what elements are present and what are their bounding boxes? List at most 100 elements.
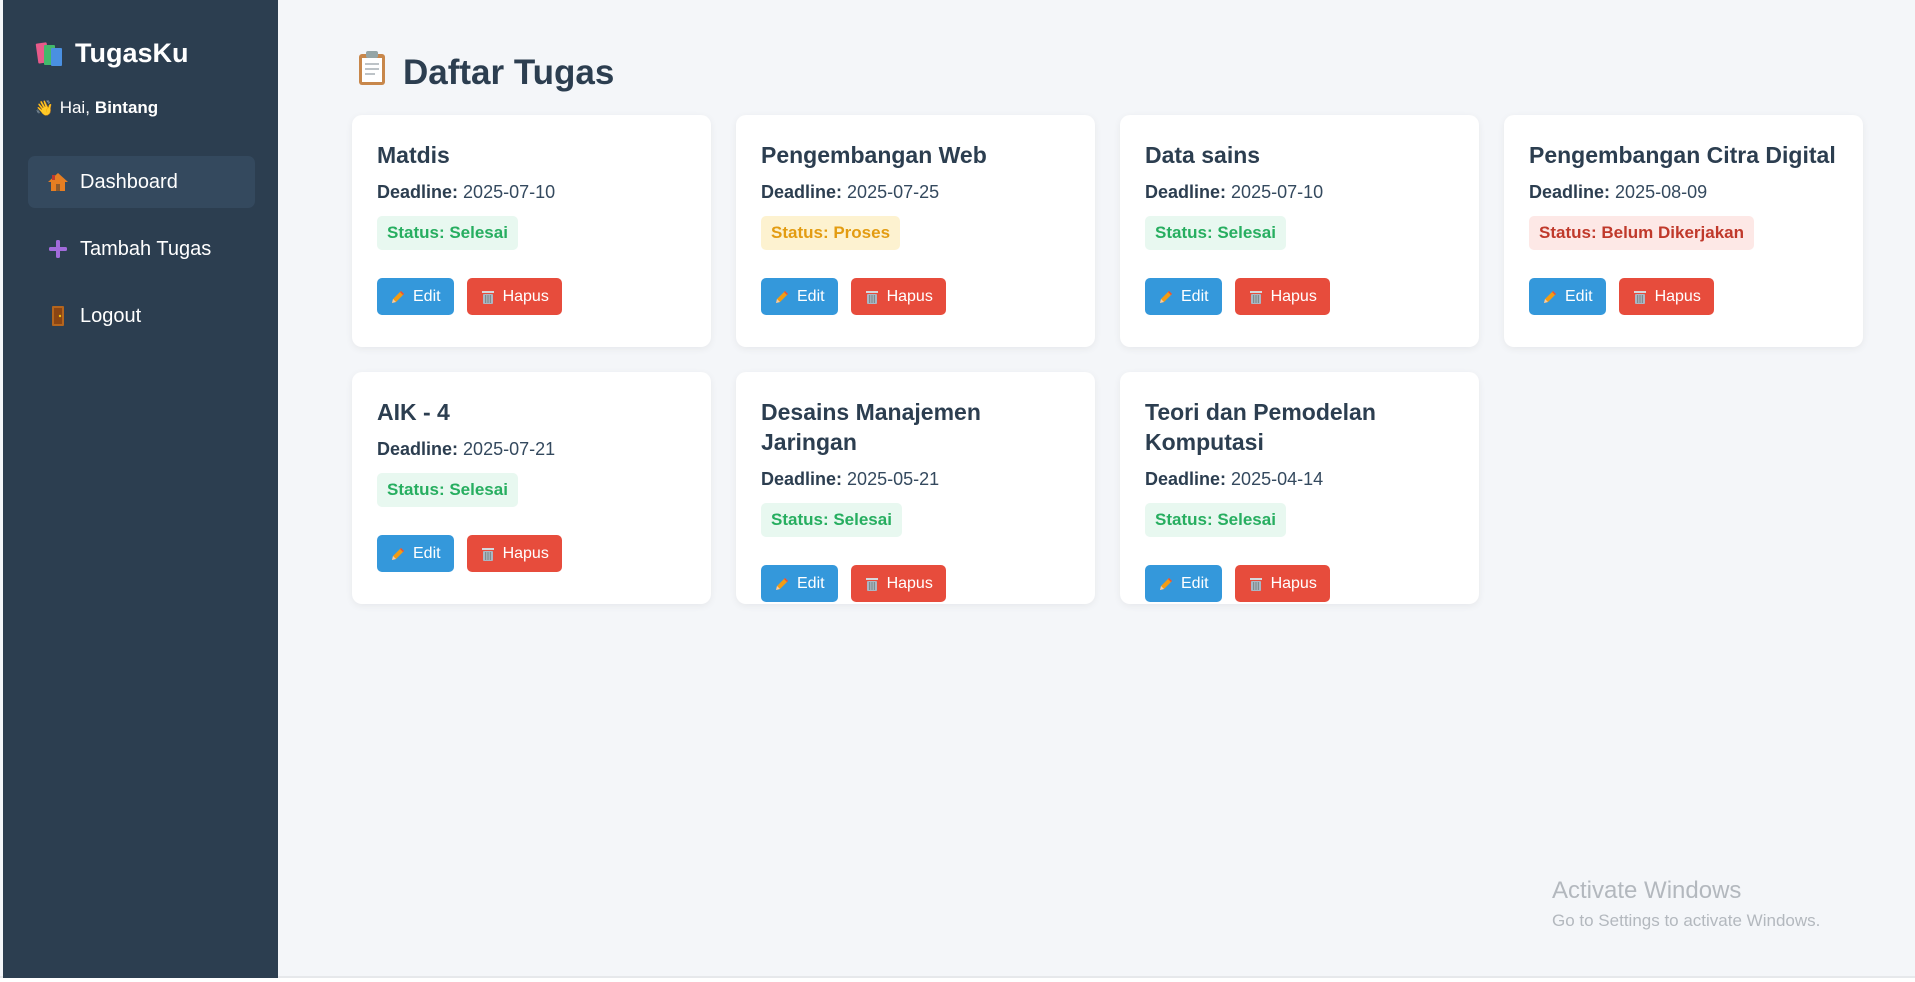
deadline-label: Deadline: [761, 182, 843, 202]
task-card: Desains Manajemen Jaringan Deadline: 202… [736, 372, 1095, 604]
task-card: Pengembangan Web Deadline: 2025-07-25 St… [736, 115, 1095, 347]
edit-button[interactable]: Edit [1529, 278, 1606, 315]
pencil-icon [1158, 576, 1174, 592]
deadline-label: Deadline: [761, 469, 843, 489]
task-card: Data sains Deadline: 2025-07-10 Status: … [1120, 115, 1479, 347]
house-icon [46, 170, 70, 194]
sidebar-item-label: Tambah Tugas [80, 237, 212, 260]
greeting-prefix: Hai, [59, 98, 90, 117]
app-window: TugasKu 👋 Hai, Bintang Dashboard Tambah … [0, 0, 1915, 978]
pencil-icon [774, 576, 790, 592]
task-title: Pengembangan Web [761, 142, 987, 168]
page-title: Daftar Tugas [357, 50, 614, 95]
task-title: Desains Manajemen Jaringan [761, 399, 981, 455]
delete-button[interactable]: Hapus [1618, 278, 1714, 315]
edit-button[interactable]: Edit [761, 278, 838, 315]
task-title: AIK - 4 [377, 399, 450, 425]
delete-label: Hapus [1654, 287, 1701, 305]
edit-label: Edit [1181, 287, 1209, 305]
task-actions: Edit Hapus [1145, 278, 1454, 315]
delete-button[interactable]: Hapus [850, 278, 946, 315]
task-actions: Edit Hapus [377, 278, 686, 315]
edit-label: Edit [413, 287, 441, 305]
pencil-icon [774, 289, 790, 305]
greeting: 👋 Hai, Bintang [35, 98, 158, 118]
task-actions: Edit Hapus [377, 535, 686, 572]
status-badge: Status: Proses [761, 216, 901, 250]
activate-windows-watermark: Activate Windows Go to Settings to activ… [1552, 877, 1820, 931]
trash-icon [1632, 289, 1648, 305]
status-badge: Status: Belum Dikerjakan [1529, 216, 1755, 250]
pencil-icon [1158, 289, 1174, 305]
task-deadline: Deadline: 2025-08-09 [1529, 180, 1838, 204]
deadline-value: 2025-07-21 [463, 439, 556, 459]
edit-button[interactable]: Edit [761, 565, 838, 602]
sidebar-item-label: Dashboard [80, 170, 178, 193]
edit-button[interactable]: Edit [377, 535, 454, 572]
pencil-icon [390, 289, 406, 305]
task-card: Teori dan Pemodelan Komputasi Deadline: … [1120, 372, 1479, 604]
delete-button[interactable]: Hapus [1234, 278, 1330, 315]
trash-icon [864, 576, 880, 592]
delete-label: Hapus [502, 287, 549, 305]
plus-icon [46, 237, 70, 261]
delete-label: Hapus [886, 574, 933, 592]
edit-label: Edit [1181, 574, 1209, 592]
deadline-value: 2025-05-21 [847, 469, 940, 489]
sidebar-nav: Dashboard Tambah Tugas Logout [28, 156, 255, 357]
task-title: Pengembangan Citra Digital [1529, 142, 1836, 168]
sidebar-item-label: Logout [80, 304, 142, 327]
sidebar-item-logout[interactable]: Logout [28, 290, 255, 342]
delete-button[interactable]: Hapus [466, 535, 562, 572]
task-grid: Matdis Deadline: 2025-07-10 Status: Sele… [352, 115, 1863, 604]
deadline-label: Deadline: [377, 439, 459, 459]
task-actions: Edit Hapus [761, 565, 1070, 602]
sidebar-item-dashboard[interactable]: Dashboard [28, 156, 255, 208]
task-deadline: Deadline: 2025-07-10 [1145, 180, 1454, 204]
task-actions: Edit Hapus [1529, 278, 1838, 315]
edit-label: Edit [797, 574, 825, 592]
waving-hand-icon: 👋 [35, 100, 54, 117]
sidebar-item-tambah-tugas[interactable]: Tambah Tugas [28, 223, 255, 275]
pencil-icon [390, 546, 406, 562]
deadline-label: Deadline: [377, 182, 459, 202]
deadline-value: 2025-07-10 [463, 182, 556, 202]
task-deadline: Deadline: 2025-07-25 [761, 180, 1070, 204]
edit-label: Edit [413, 544, 441, 562]
brand-name: TugasKu [75, 38, 189, 68]
watermark-title: Activate Windows [1552, 877, 1742, 904]
books-icon [35, 39, 65, 69]
edit-button[interactable]: Edit [377, 278, 454, 315]
delete-label: Hapus [1270, 574, 1317, 592]
status-badge: Status: Selesai [377, 473, 518, 507]
delete-button[interactable]: Hapus [466, 278, 562, 315]
deadline-label: Deadline: [1145, 182, 1227, 202]
task-card: Matdis Deadline: 2025-07-10 Status: Sele… [352, 115, 711, 347]
clipboard-icon [357, 50, 387, 95]
delete-button[interactable]: Hapus [850, 565, 946, 602]
edit-label: Edit [1565, 287, 1593, 305]
sidebar: TugasKu 👋 Hai, Bintang Dashboard Tambah … [3, 0, 278, 978]
door-icon [46, 304, 70, 328]
deadline-value: 2025-08-09 [1615, 182, 1708, 202]
status-badge: Status: Selesai [377, 216, 518, 250]
trash-icon [1248, 576, 1264, 592]
task-deadline: Deadline: 2025-04-14 [1145, 467, 1454, 491]
delete-button[interactable]: Hapus [1234, 565, 1330, 602]
task-deadline: Deadline: 2025-07-21 [377, 437, 686, 461]
deadline-value: 2025-07-10 [1231, 182, 1324, 202]
main-content: Daftar Tugas Matdis Deadline: 2025-07-10… [352, 0, 1915, 978]
task-title: Teori dan Pemodelan Komputasi [1145, 399, 1376, 455]
deadline-label: Deadline: [1145, 469, 1227, 489]
task-title: Matdis [377, 142, 450, 168]
trash-icon [1248, 289, 1264, 305]
page-title-text: Daftar Tugas [403, 52, 615, 92]
task-deadline: Deadline: 2025-05-21 [761, 467, 1070, 491]
task-card: AIK - 4 Deadline: 2025-07-21 Status: Sel… [352, 372, 711, 604]
trash-icon [480, 546, 496, 562]
edit-label: Edit [797, 287, 825, 305]
edit-button[interactable]: Edit [1145, 278, 1222, 315]
pencil-icon [1542, 289, 1558, 305]
deadline-value: 2025-07-25 [847, 182, 940, 202]
edit-button[interactable]: Edit [1145, 565, 1222, 602]
